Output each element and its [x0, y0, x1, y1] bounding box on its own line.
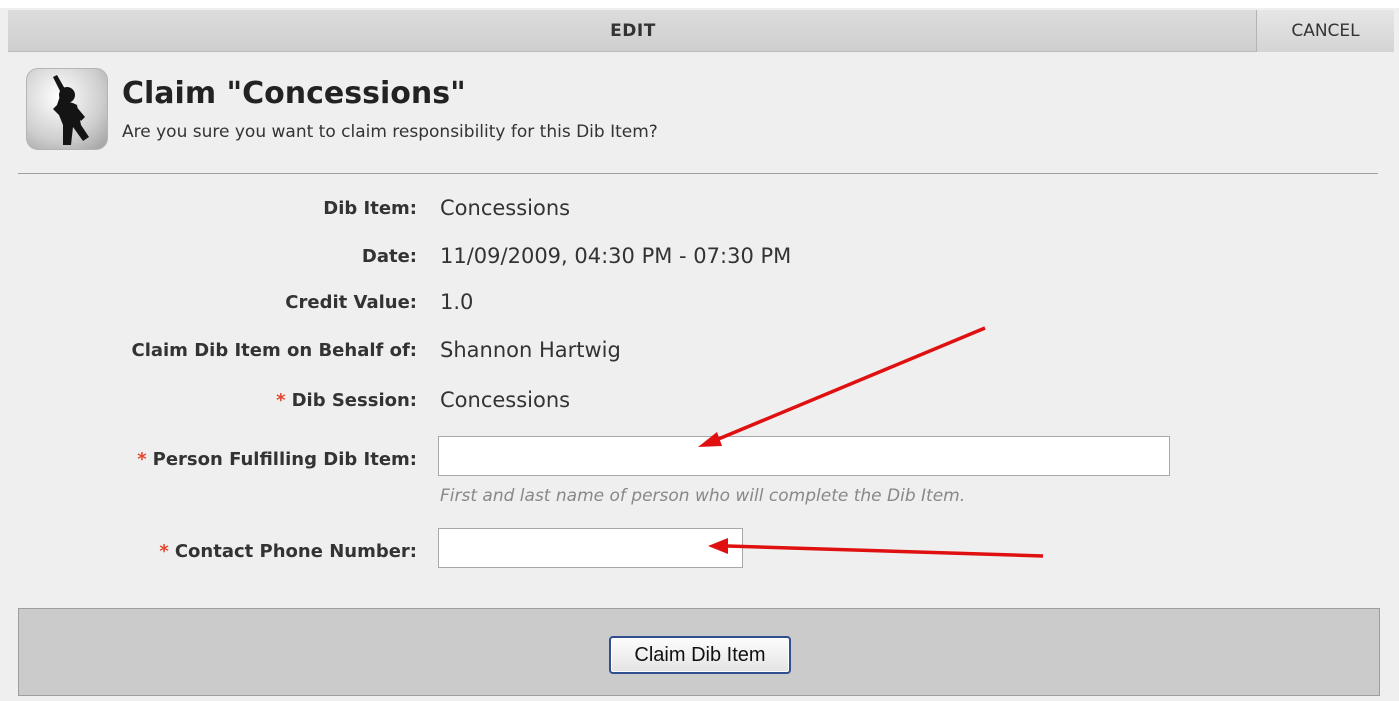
person-fulfilling-input[interactable]: [438, 436, 1170, 476]
claim-dib-item-button[interactable]: Claim Dib Item: [609, 636, 791, 674]
row-date: Date: 11/09/2009, 04:30 PM - 07:30 PM: [0, 242, 1399, 272]
dib-item-label: Dib Item:: [323, 198, 417, 219]
required-marker: *: [276, 390, 286, 411]
person-fulfilling-label: * Person Fulfilling Dib Item:: [137, 449, 417, 470]
header-divider: [18, 173, 1378, 174]
person-fulfilling-hint: First and last name of person who will c…: [440, 486, 966, 506]
dialog-header: Claim "Concessions" Are you sure you wan…: [26, 68, 1376, 152]
contact-phone-label: * Contact Phone Number:: [159, 541, 417, 562]
behalf-of-value: Shannon Hartwig: [440, 338, 621, 362]
credit-value-label: Credit Value:: [285, 292, 417, 313]
cancel-button[interactable]: CANCEL: [1256, 10, 1394, 52]
dialog-title: EDIT: [610, 21, 656, 41]
dib-session-label: * Dib Session:: [276, 390, 417, 411]
required-marker: *: [159, 541, 169, 562]
date-label: Date:: [361, 246, 417, 267]
contact-phone-input[interactable]: [438, 528, 743, 568]
required-marker: *: [137, 449, 147, 470]
dialog-titlebar: EDIT CANCEL: [8, 10, 1394, 52]
claim-dialog: EDIT CANCEL Claim "Concessions" Are you …: [0, 0, 1399, 701]
row-dib-session: * Dib Session: Concessions: [0, 386, 1399, 416]
row-dib-item: Dib Item: Concessions: [0, 194, 1399, 224]
dialog-subheading: Are you sure you want to claim responsib…: [122, 122, 658, 142]
contact-phone-label-text: Contact Phone Number:: [174, 541, 417, 562]
credit-value-value: 1.0: [440, 290, 474, 314]
dialog-heading: Claim "Concessions": [122, 76, 466, 111]
behalf-of-label: Claim Dib Item on Behalf of:: [131, 340, 417, 361]
person-fulfilling-label-text: Person Fulfilling Dib Item:: [152, 449, 417, 470]
top-strip: [0, 0, 1399, 8]
row-credit-value: Credit Value: 1.0: [0, 288, 1399, 318]
dib-session-label-text: Dib Session:: [291, 390, 417, 411]
waving-person-icon: [26, 68, 108, 150]
row-behalf-of: Claim Dib Item on Behalf of: Shannon Har…: [0, 336, 1399, 366]
dib-item-value: Concessions: [440, 196, 571, 220]
date-value: 11/09/2009, 04:30 PM - 07:30 PM: [440, 244, 792, 268]
dib-session-value: Concessions: [440, 388, 571, 412]
dialog-footer: Claim Dib Item: [18, 608, 1380, 696]
